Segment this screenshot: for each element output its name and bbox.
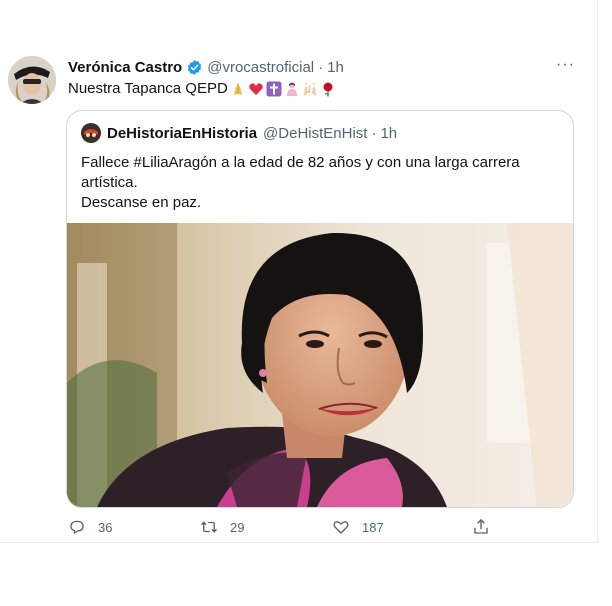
quoted-tweet-line-2: Descanse en paz. (81, 194, 202, 211)
quoted-author-name: DeHistoriaEnHistoria (107, 124, 258, 142)
author-avatar[interactable] (8, 56, 56, 104)
tweet-text: Nuestra Tapanca QEPD (68, 80, 336, 97)
more-options-icon[interactable]: ··· (556, 56, 575, 74)
tweet-header: Verónica Castro @vrocastroficial · 1h (68, 56, 588, 78)
share-icon (474, 518, 488, 534)
separator: · (371, 124, 377, 142)
folded-hands-icon (233, 82, 242, 95)
like-button[interactable]: 187 (332, 518, 384, 536)
share-button[interactable] (472, 518, 502, 536)
raising-hands-icon (303, 82, 316, 96)
quoted-tweet-line-1: Fallece #LiliaAragón a la edad de 82 año… (81, 154, 520, 191)
quoted-tweet-photo[interactable] (67, 223, 573, 507)
retweet-icon (200, 521, 218, 533)
red-heart-icon (249, 82, 263, 95)
retweet-count: 29 (230, 519, 245, 535)
quoted-tweet-text: Fallece #LiliaAragón a la edad de 82 año… (81, 153, 561, 213)
like-count: 187 (362, 519, 384, 535)
tweet[interactable]: Verónica Castro @vrocastroficial · 1h ··… (0, 42, 598, 543)
timeline-divider (597, 0, 598, 542)
quoted-author-handle: @DeHistEnHist (263, 124, 368, 142)
person-praying-icon (286, 82, 297, 96)
reply-button[interactable]: 36 (68, 518, 112, 536)
quoted-tweet-header: DeHistoriaEnHistoria @DeHistEnHist · 1h (81, 123, 397, 143)
tweet-body: Nuestra Tapanca QEPD (68, 80, 228, 97)
retweet-button[interactable]: 29 (200, 518, 244, 536)
quoted-tweet[interactable]: DeHistoriaEnHistoria @DeHistEnHist · 1h … (66, 110, 574, 508)
reply-count: 36 (98, 519, 113, 535)
author-name[interactable]: Verónica Castro (68, 59, 182, 76)
quoted-tweet-time: 1h (380, 124, 398, 142)
separator: · (318, 58, 324, 76)
quoted-author-avatar (81, 123, 101, 143)
heart-icon (333, 521, 349, 534)
latin-cross-icon (266, 81, 282, 96)
tweet-actions: 36 29 187 (68, 518, 508, 538)
author-handle[interactable]: @vrocastroficial (207, 59, 314, 76)
tweet-time[interactable]: 1h (327, 59, 344, 76)
verified-badge-icon (188, 59, 202, 75)
reply-icon (70, 520, 84, 534)
rose-icon (323, 82, 333, 96)
